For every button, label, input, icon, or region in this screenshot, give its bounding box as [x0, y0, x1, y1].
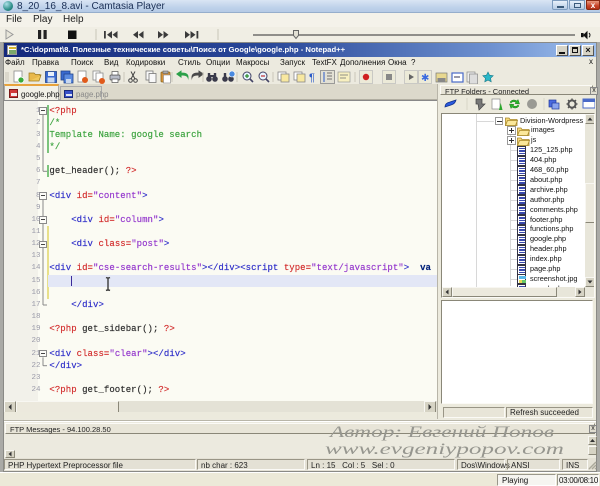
svg-text:¶: ¶ [309, 72, 315, 84]
svg-text:✱: ✱ [421, 73, 429, 84]
